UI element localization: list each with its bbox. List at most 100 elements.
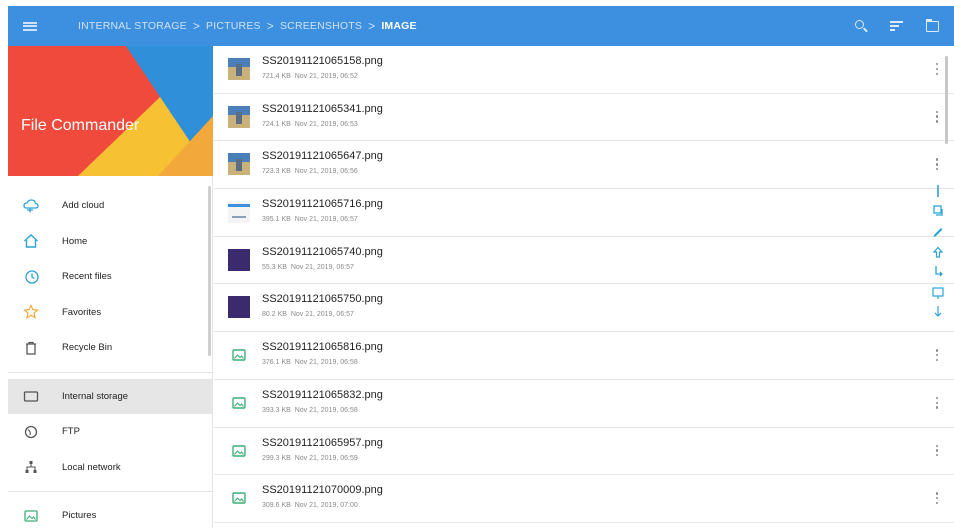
sidebar-item-label: Add cloud <box>62 200 105 212</box>
file-meta: 80.2 KB Nov 21, 2019, 06:57 <box>262 311 354 319</box>
rename-icon[interactable] <box>931 224 945 238</box>
sidebar-item-label: Recycle Bin <box>62 342 113 354</box>
breadcrumb-separator: > <box>368 19 376 33</box>
sidebar-item-favorites[interactable]: Favorites <box>8 295 212 331</box>
image-icon <box>232 444 246 457</box>
drawer-header: File Commander <box>8 46 213 176</box>
file-meta: 395.1 KB Nov 21, 2019, 06:57 <box>262 216 358 224</box>
sidebar-item-pictures[interactable]: Pictures <box>8 498 212 528</box>
sidebar-item-local-network[interactable]: Local network <box>8 450 212 486</box>
info-icon[interactable] <box>931 286 945 300</box>
file-row[interactable]: SS20191121065832.png 393.3 KB Nov 21, 20… <box>214 380 954 428</box>
menu-button[interactable] <box>8 6 52 46</box>
file-meta: 723.3 KB Nov 21, 2019, 06:56 <box>262 168 358 176</box>
breadcrumb-separator: > <box>192 19 201 33</box>
image-icon <box>232 397 246 409</box>
breadcrumb-internal-storage[interactable]: INTERNAL STORAGE <box>78 20 187 32</box>
app-bar: INTERNAL STORAGE > PICTURES > SCREENSHOT… <box>8 6 954 46</box>
divider <box>8 371 212 373</box>
menu-icon <box>23 21 37 31</box>
file-name: SS20191121065957.png <box>262 436 383 449</box>
details-icon[interactable] <box>931 304 945 318</box>
photo-thumbnail <box>228 153 250 176</box>
network-icon <box>25 461 37 474</box>
breadcrumb-pictures[interactable]: PICTURES <box>206 20 261 32</box>
file-name: SS20191121065832.png <box>262 388 383 401</box>
copy-icon[interactable] <box>931 204 945 218</box>
file-name: SS20191121070009.png <box>262 484 383 497</box>
file-row[interactable]: SS20191121065341.png 724.1 KB Nov 21, 20… <box>214 94 954 142</box>
divider <box>8 491 212 492</box>
file-name: SS20191121065816.png <box>262 341 383 354</box>
sidebar-item-label: Pictures <box>62 510 97 522</box>
sidebar-item-home[interactable]: Home <box>8 224 212 260</box>
file-name: SS20191121065158.png <box>262 55 383 67</box>
file-name: SS20191121065716.png <box>262 198 383 211</box>
more-options-icon[interactable] <box>934 61 940 77</box>
file-meta: 721.4 KB Nov 21, 2019, 06:52 <box>262 73 358 80</box>
image-icon <box>232 492 246 504</box>
more-options-icon[interactable] <box>934 156 940 172</box>
dark-thumbnail <box>228 248 250 271</box>
sidebar-item-label: Recent files <box>62 271 112 283</box>
storage-icon <box>23 391 39 402</box>
file-row[interactable]: SS20191121065716.png 395.1 KB Nov 21, 20… <box>214 189 954 237</box>
star-icon <box>23 304 39 320</box>
more-options-icon[interactable] <box>934 443 940 459</box>
sidebar-item-ftp[interactable]: FTP <box>8 414 212 450</box>
sidebar-item-label: FTP <box>62 426 80 438</box>
sidebar-item-label: Home <box>62 235 88 247</box>
image-icon <box>232 349 246 361</box>
breadcrumb: INTERNAL STORAGE > PICTURES > SCREENSHOT… <box>78 19 417 33</box>
file-name: SS20191121065341.png <box>262 102 383 115</box>
navigation-drawer: File Commander Add cloud Home Recent fil… <box>8 46 213 528</box>
breadcrumb-image[interactable]: IMAGE <box>381 20 416 32</box>
share-icon[interactable] <box>931 246 945 260</box>
header-graphic <box>8 46 213 176</box>
sidebar-item-add-cloud[interactable]: Add cloud <box>8 188 212 224</box>
file-row[interactable]: SS20191121065158.png 721.4 KB Nov 21, 20… <box>214 46 954 94</box>
file-row[interactable]: SS20191121065750.png 80.2 KB Nov 21, 201… <box>214 284 954 333</box>
file-row[interactable]: SS20191121065816.png 376.1 KB Nov 21, 20… <box>214 332 954 380</box>
file-meta: 724.1 KB Nov 21, 2019, 06:53 <box>262 120 358 128</box>
file-row[interactable]: SS20191121070009.png 309.6 KB Nov 21, 20… <box>214 475 954 523</box>
sidebar-item-internal-storage[interactable]: Internal storage <box>8 378 212 414</box>
app-title: File Commander <box>21 117 140 134</box>
search-icon[interactable] <box>854 19 868 33</box>
file-meta: 55.3 KB Nov 21, 2019, 06:57 <box>262 263 354 271</box>
photo-thumbnail <box>228 105 250 128</box>
sidebar-item-label: Internal storage <box>62 390 129 402</box>
recent-icon <box>25 270 39 284</box>
file-row[interactable]: SS20191121065740.png 55.3 KB Nov 21, 201… <box>214 237 954 285</box>
file-meta: 299.3 KB Nov 21, 2019, 06:59 <box>262 454 358 462</box>
dark-thumbnail <box>228 296 250 319</box>
folder-icon[interactable] <box>926 19 940 33</box>
image-icon <box>24 510 38 522</box>
more-options-icon[interactable] <box>934 490 940 506</box>
photo-thumbnail <box>228 58 250 80</box>
file-meta: 393.3 KB Nov 21, 2019, 06:58 <box>262 406 358 414</box>
sort-icon[interactable] <box>890 19 904 33</box>
file-name: SS20191121065750.png <box>262 293 383 306</box>
file-list-scrollbar[interactable] <box>945 56 948 144</box>
breadcrumb-separator: > <box>266 19 274 33</box>
document-thumbnail <box>228 201 250 224</box>
nav-list: Add cloud Home Recent files Favorites Re… <box>8 188 212 528</box>
breadcrumb-screenshots[interactable]: SCREENSHOTS <box>280 20 362 32</box>
drawer-scrollbar[interactable] <box>208 186 211 356</box>
file-row[interactable]: SS20191121065957.png 299.3 KB Nov 21, 20… <box>214 428 954 476</box>
sidebar-item-label: Favorites <box>62 306 102 318</box>
file-name: SS20191121065647.png <box>262 150 383 163</box>
sidebar-item-recent-files[interactable]: Recent files <box>8 259 212 295</box>
file-meta: 309.6 KB Nov 21, 2019, 07:00 <box>262 502 358 510</box>
more-options-icon[interactable] <box>934 395 940 411</box>
sidebar-item-recycle-bin[interactable]: Recycle Bin <box>8 330 212 366</box>
file-row[interactable]: SS20191121065647.png 723.3 KB Nov 21, 20… <box>214 141 954 190</box>
trash-icon <box>26 341 36 355</box>
more-options-icon[interactable] <box>934 109 940 125</box>
move-icon[interactable] <box>931 264 945 278</box>
more-options-icon[interactable] <box>934 347 940 363</box>
home-icon <box>24 234 38 248</box>
file-name: SS20191121065740.png <box>262 245 383 258</box>
select-all-icon[interactable] <box>931 184 945 198</box>
